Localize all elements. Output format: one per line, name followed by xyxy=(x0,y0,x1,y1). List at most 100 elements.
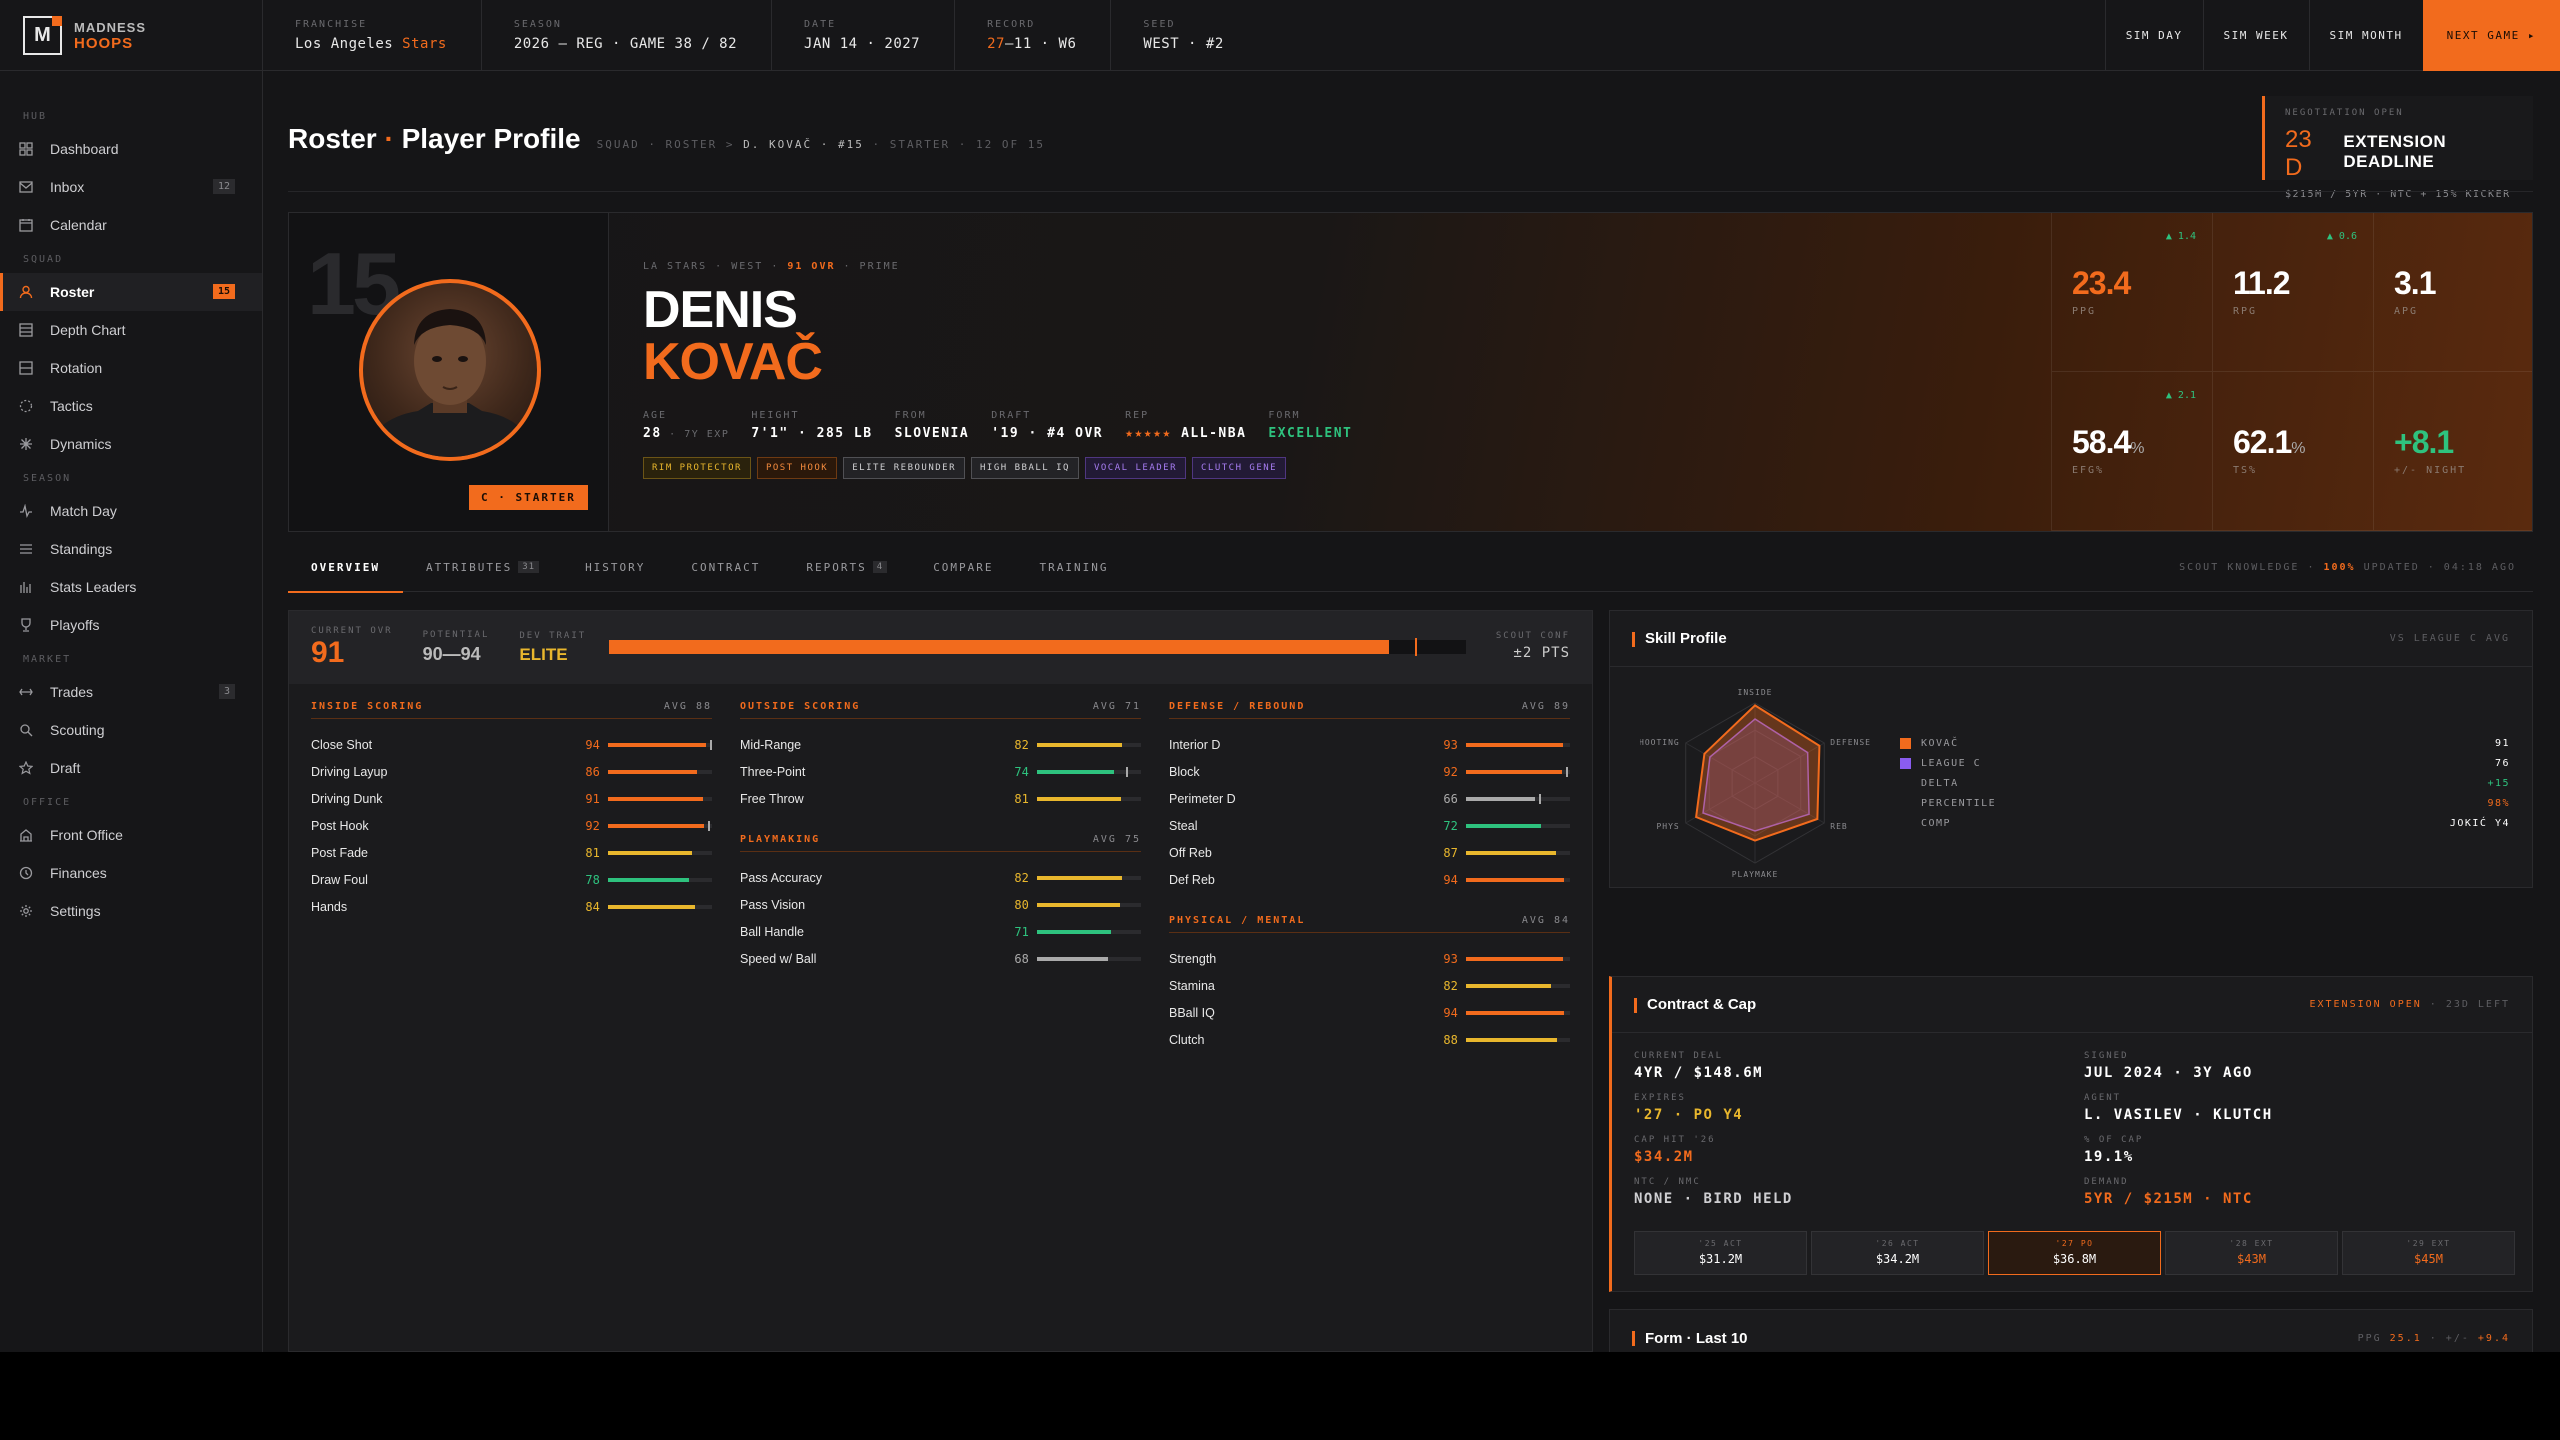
breadcrumb-path[interactable]: SQUAD · ROSTER > xyxy=(597,138,744,151)
sidebar-item-roster[interactable]: Roster 15 xyxy=(0,273,262,311)
tab-overview[interactable]: OVERVIEW xyxy=(288,554,403,593)
contract-year-cell[interactable]: '29 EXT $45M xyxy=(2342,1231,2515,1275)
sidebar-item-label: Draft xyxy=(50,760,81,776)
sidebar-item-calendar[interactable]: Calendar xyxy=(0,206,262,244)
tab-training[interactable]: TRAINING xyxy=(1017,554,1132,592)
pulse-icon xyxy=(18,503,34,519)
sidebar-item-label: Match Day xyxy=(50,503,117,519)
attribute-value: 71 xyxy=(1014,924,1029,939)
skill-profile-compare[interactable]: VS LEAGUE C AVG xyxy=(2390,633,2510,644)
attribute-group: PLAYMAKING AVG 75 Pass Accuracy 82 Pass Visi… xyxy=(740,834,1141,972)
sidebar-item-rotation[interactable]: Rotation xyxy=(0,349,262,387)
attribute-group-name: INSIDE SCORING xyxy=(311,701,424,712)
roster-badge: 15 xyxy=(212,284,235,299)
fact-value: EXCELLENT xyxy=(1268,426,1353,441)
potential-value: 90—94 xyxy=(422,644,481,664)
attribute-bar xyxy=(1465,793,1570,804)
sidebar-item-dynamics[interactable]: Dynamics xyxy=(0,425,262,463)
extension-deadline-card[interactable]: NEGOTIATION OPEN 23 D EXTENSION DEADLINE … xyxy=(2262,96,2533,200)
sidebar-item-label: Front Office xyxy=(50,827,123,843)
attribute-value: 94 xyxy=(585,737,600,752)
attribute-bar-fill xyxy=(607,850,693,855)
tab-history[interactable]: HISTORY xyxy=(562,554,668,592)
attribute-row: Three-Point 74 xyxy=(740,758,1141,785)
current-ovr: CURRENT OVR 91 xyxy=(311,626,393,670)
attribute-row: Block 92 xyxy=(1169,758,1570,785)
clock-icon xyxy=(18,865,34,881)
sim-month-button[interactable]: SIM MONTH xyxy=(2308,0,2423,71)
contract-year-cell[interactable]: '25 ACT $31.2M xyxy=(1634,1231,1807,1275)
attribute-value: 93 xyxy=(1443,737,1458,752)
attribute-bar xyxy=(1465,742,1570,747)
sidebar-item-standings[interactable]: Standings xyxy=(0,530,262,568)
next-game-button[interactable]: NEXT GAME ▸ xyxy=(2422,0,2560,71)
sidebar-item-label: Tactics xyxy=(50,398,93,414)
sidebar-item-label: Calendar xyxy=(50,217,107,233)
potential-marker xyxy=(1414,638,1417,656)
tab-reports[interactable]: REPORTS 4 xyxy=(783,554,910,592)
form-panel: Form · Last 10 PPG 25.1 · +/- +9.4 xyxy=(1609,1309,2533,1352)
player-tag: ELITE REBOUNDER xyxy=(843,457,966,479)
tab-badge: 4 xyxy=(872,561,888,573)
attribute-name: Pass Accuracy xyxy=(740,870,822,885)
contract-field: EXPIRES '27 · PO Y4 xyxy=(1634,1093,2084,1123)
contract-field-value: '27 · PO Y4 xyxy=(1634,1107,1744,1123)
contract-year-amount: $31.2M xyxy=(1698,1252,1743,1266)
contract-year-cell[interactable]: '27 PO $36.8M xyxy=(1988,1231,2161,1275)
fact-height: HEIGHT 7'1" · 285 LB xyxy=(751,410,872,441)
sidebar-item-scouting[interactable]: Scouting xyxy=(0,711,262,749)
sidebar-item-trades[interactable]: Trades 3 xyxy=(0,673,262,711)
attribute-bar-fill xyxy=(607,877,690,882)
building-icon xyxy=(18,827,34,843)
legend-value: +15 xyxy=(2487,777,2510,789)
franchise-label: FRANCHISE xyxy=(295,19,368,30)
sidebar-item-match-day[interactable]: Match Day xyxy=(0,492,262,530)
sidebar-item-dashboard[interactable]: Dashboard xyxy=(0,130,262,168)
sidebar-item-stats-leaders[interactable]: Stats Leaders xyxy=(0,568,262,606)
attribute-name: Interior D xyxy=(1169,737,1221,752)
sidebar-item-depth-chart[interactable]: Depth Chart xyxy=(0,311,262,349)
grid-icon xyxy=(18,141,34,157)
profile-tabs: OVERVIEW ATTRIBUTES 31 HISTORY CONTRACT REPOR… xyxy=(288,554,2533,593)
contract-field-label: SIGNED xyxy=(2084,1051,2129,1061)
tab-attributes[interactable]: ATTRIBUTES 31 xyxy=(403,554,562,592)
tab-label: REPORTS xyxy=(806,561,867,574)
attribute-group-header: PHYSICAL / MENTAL AVG 84 xyxy=(1169,915,1570,933)
tab-label: OVERVIEW xyxy=(311,561,380,574)
attribute-group: INSIDE SCORING AVG 88 Close Shot 94 Driving … xyxy=(311,701,712,920)
sidebar: HUB Dashboard Inbox 12 Calendar SQUAD Ros… xyxy=(0,71,263,1352)
contract-year-amount: $43M xyxy=(2237,1252,2266,1266)
trades-badge: 3 xyxy=(218,684,235,699)
attribute-name: Speed w/ Ball xyxy=(740,951,817,966)
brand[interactable]: M MADNESS HOOPS xyxy=(0,0,263,71)
kicker-phase: · PRIME xyxy=(835,261,900,272)
attribute-bar-fill xyxy=(607,769,698,774)
sim-day-button[interactable]: SIM DAY xyxy=(2104,0,2203,71)
dev-trait-value: ELITE xyxy=(519,644,568,664)
sidebar-item-settings[interactable]: Settings xyxy=(0,892,262,930)
attribute-bar xyxy=(607,769,712,774)
attribute-bar xyxy=(1465,823,1570,828)
player-first-name: DENIS xyxy=(643,281,798,339)
fact-value: 7'1" · 285 LB xyxy=(751,426,873,441)
sidebar-item-inbox[interactable]: Inbox 12 xyxy=(0,168,262,206)
contract-year-cell[interactable]: '26 ACT $34.2M xyxy=(1811,1231,1984,1275)
tab-compare[interactable]: COMPARE xyxy=(910,554,1016,592)
attribute-name: Block xyxy=(1169,764,1200,779)
attribute-bar xyxy=(1036,902,1141,907)
sidebar-item-front-office[interactable]: Front Office xyxy=(0,816,262,854)
attribute-value: 86 xyxy=(585,764,600,779)
attribute-potential-marker xyxy=(1565,766,1568,777)
attribute-row: Speed w/ Ball 68 xyxy=(740,945,1141,972)
sidebar-item-finances[interactable]: Finances xyxy=(0,854,262,892)
tab-contract[interactable]: CONTRACT xyxy=(668,554,783,592)
contract-year-label: '28 EXT xyxy=(2229,1239,2274,1248)
sidebar-item-draft[interactable]: Draft xyxy=(0,749,262,787)
sidebar-item-tactics[interactable]: Tactics xyxy=(0,387,262,425)
brand-logo: M xyxy=(23,16,62,55)
brand-line2: HOOPS xyxy=(74,34,134,52)
legend-value: JOKIĆ Y4 xyxy=(2449,817,2510,829)
sidebar-item-playoffs[interactable]: Playoffs xyxy=(0,606,262,644)
contract-year-cell[interactable]: '28 EXT $43M xyxy=(2165,1231,2338,1275)
sim-week-button[interactable]: SIM WEEK xyxy=(2202,0,2309,71)
